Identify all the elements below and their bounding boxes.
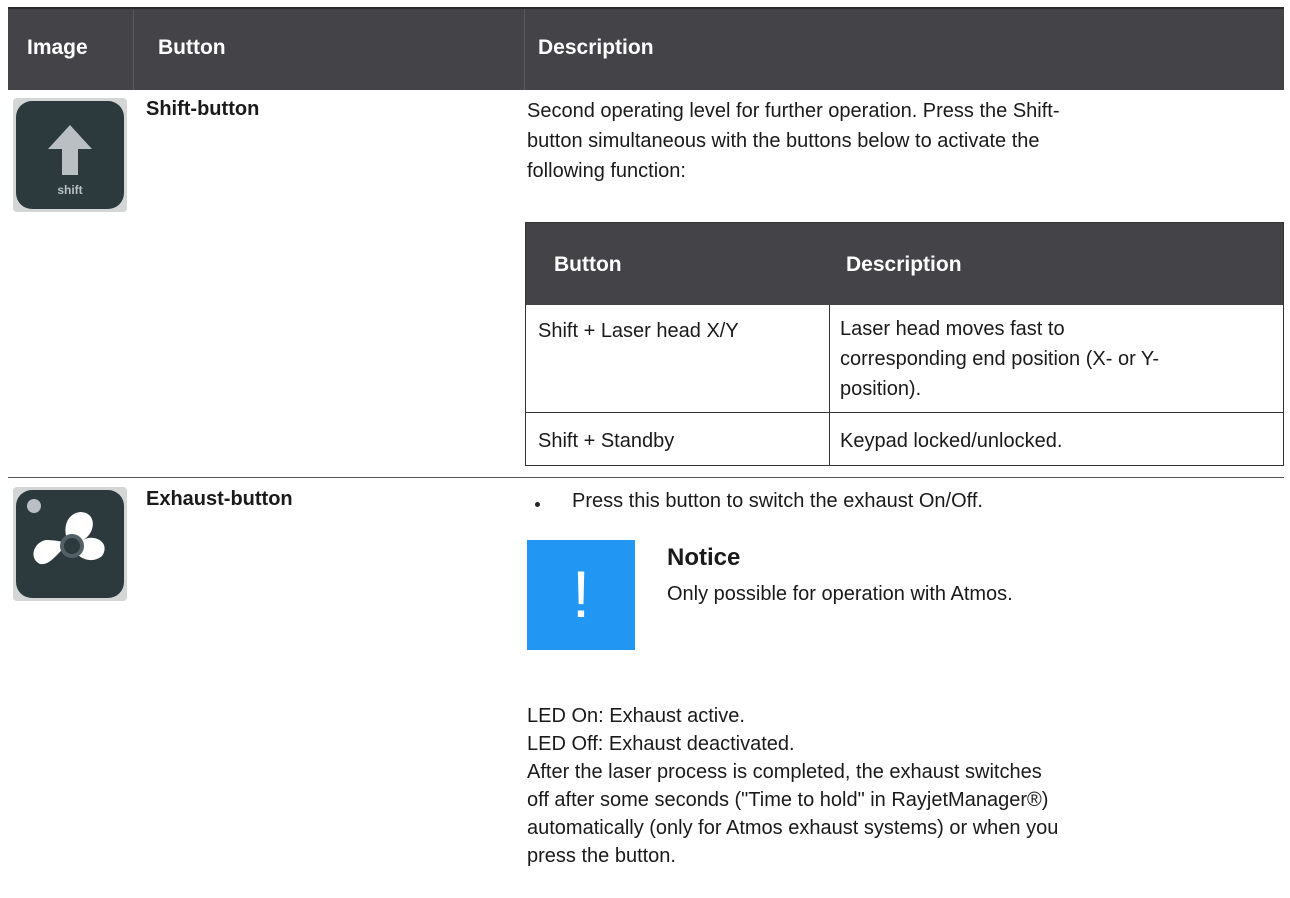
- subtable-header: Button Description: [526, 223, 1283, 305]
- exhaust-paragraph-line-2: LED Off: Exhaust deactivated.: [527, 733, 795, 755]
- exhaust-paragraph-line-1: LED On: Exhaust active.: [527, 705, 745, 727]
- exhaust-paragraph-line-4: off after some seconds ("Time to hold" i…: [527, 789, 1049, 811]
- shift-icon-label: shift: [57, 183, 82, 197]
- shift-description-line-1: Second operating level for further opera…: [527, 100, 1060, 122]
- table-header: Image Button Description: [8, 7, 1284, 90]
- header-divider: [133, 9, 134, 90]
- subtable-row-divider: [526, 412, 1283, 413]
- header-image: Image: [27, 36, 88, 59]
- shift-button-image: shift: [12, 97, 128, 213]
- shift-combinations-table: Button Description Shift + Laser head X/…: [525, 222, 1284, 466]
- header-button: Button: [158, 36, 226, 59]
- exhaust-paragraph-line-5: automatically (only for Atmos exhaust sy…: [527, 817, 1059, 839]
- subtable-column-divider: [829, 305, 830, 465]
- notice-symbol: !: [571, 557, 591, 631]
- header-divider: [524, 9, 525, 90]
- subtable-header-button: Button: [554, 253, 622, 276]
- shift-icon: shift: [13, 98, 127, 212]
- subtable-cell-description: Keypad locked/unlocked.: [840, 430, 1063, 452]
- bullet-dot: [535, 502, 540, 507]
- exhaust-paragraph-line-6: press the button.: [527, 845, 676, 867]
- exhaust-paragraph-line-3: After the laser process is completed, th…: [527, 761, 1042, 783]
- notice-title: Notice: [667, 544, 741, 571]
- subtable-cell-description: corresponding end position (X- or Y-: [840, 348, 1160, 370]
- subtable-cell-description: position).: [840, 378, 922, 400]
- row-divider: [8, 477, 1284, 478]
- subtable-cell-button: Shift + Laser head X/Y: [538, 320, 739, 342]
- subtable-header-description: Description: [846, 253, 962, 276]
- exhaust-bullet-text: Press this button to switch the exhaust …: [572, 490, 983, 512]
- notice-text: Only possible for operation with Atmos.: [667, 583, 1013, 605]
- shift-description-line-3: following function:: [527, 160, 686, 182]
- exhaust-button-image: [12, 486, 128, 602]
- shift-description-line-2: button simultaneous with the buttons bel…: [527, 130, 1040, 152]
- fan-icon: [13, 487, 127, 601]
- exhaust-button-name: Exhaust-button: [146, 488, 293, 510]
- subtable-cell-description: Laser head moves fast to: [840, 318, 1065, 340]
- notice-icon: !: [527, 540, 635, 650]
- shift-button-name: Shift-button: [146, 98, 260, 120]
- subtable-cell-button: Shift + Standby: [538, 430, 675, 452]
- header-description: Description: [538, 36, 654, 59]
